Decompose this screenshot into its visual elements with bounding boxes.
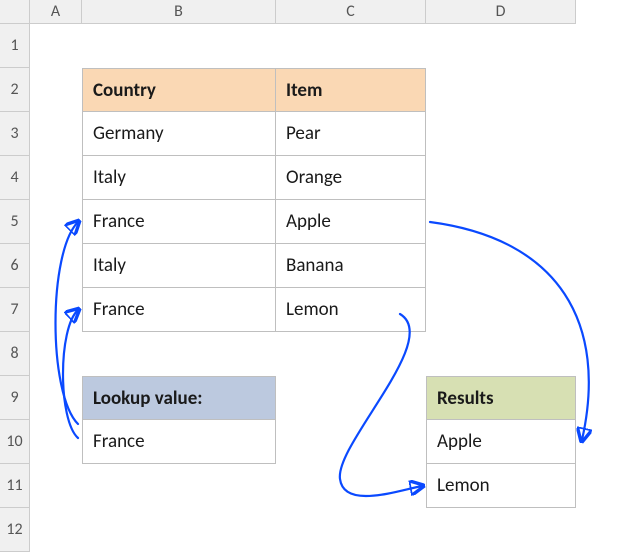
cell-country-4[interactable]: France (82, 288, 276, 332)
row-header-6[interactable]: 6 (0, 244, 30, 288)
col-header-c[interactable]: C (276, 0, 426, 24)
col-header-b[interactable]: B (82, 0, 276, 24)
row-header-12[interactable]: 12 (0, 508, 30, 552)
row-header-1[interactable]: 1 (0, 24, 30, 68)
spreadsheet-frame: A B C D 1 2 3 4 5 6 7 8 9 10 11 12 Count… (0, 0, 641, 553)
table-header-item[interactable]: Item (276, 68, 426, 112)
sheet-area[interactable]: Country Item Germany Pear Italy Orange F… (30, 24, 641, 553)
results-label[interactable]: Results (426, 376, 576, 420)
row-header-11[interactable]: 11 (0, 464, 30, 508)
cell-item-2[interactable]: Apple (276, 200, 426, 244)
col-header-d[interactable]: D (426, 0, 576, 24)
cell-item-4[interactable]: Lemon (276, 288, 426, 332)
cell-country-0[interactable]: Germany (82, 112, 276, 156)
cell-country-3[interactable]: Italy (82, 244, 276, 288)
row-header-3[interactable]: 3 (0, 112, 30, 156)
lookup-label[interactable]: Lookup value: (82, 376, 276, 420)
cell-item-3[interactable]: Banana (276, 244, 426, 288)
cell-item-1[interactable]: Orange (276, 156, 426, 200)
row-header-8[interactable]: 8 (0, 332, 30, 376)
column-headers: A B C D (0, 0, 641, 24)
row-header-2[interactable]: 2 (0, 68, 30, 112)
row-header-7[interactable]: 7 (0, 288, 30, 332)
cell-country-2[interactable]: France (82, 200, 276, 244)
lookup-value[interactable]: France (82, 420, 276, 464)
col-header-a[interactable]: A (30, 0, 82, 24)
result-0[interactable]: Apple (426, 420, 576, 464)
row-header-9[interactable]: 9 (0, 376, 30, 420)
table-header-country[interactable]: Country (82, 68, 276, 112)
result-1[interactable]: Lemon (426, 464, 576, 508)
row-header-5[interactable]: 5 (0, 200, 30, 244)
cell-country-1[interactable]: Italy (82, 156, 276, 200)
cell-item-0[interactable]: Pear (276, 112, 426, 156)
row-header-10[interactable]: 10 (0, 420, 30, 464)
row-header-4[interactable]: 4 (0, 156, 30, 200)
